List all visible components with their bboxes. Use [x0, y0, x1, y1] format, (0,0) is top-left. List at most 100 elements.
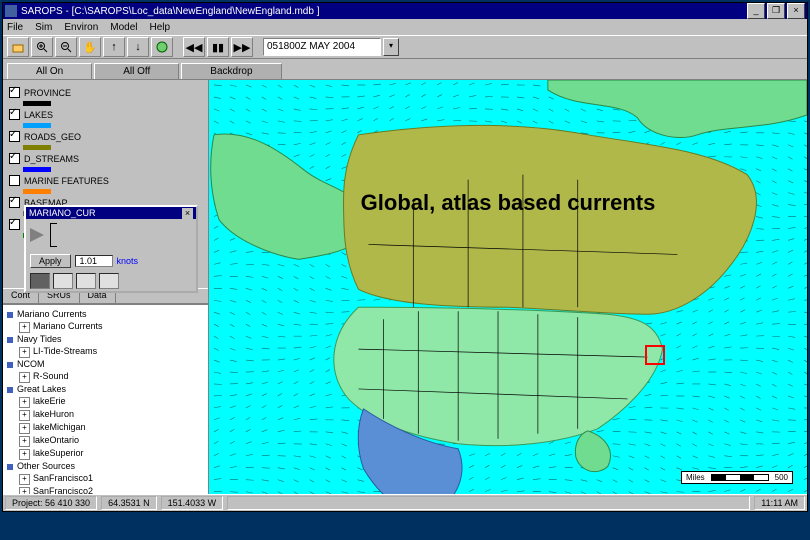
target-marker[interactable]	[645, 345, 665, 365]
tree-label: lakeErie	[33, 396, 66, 406]
layer-checkbox[interactable]	[9, 153, 20, 164]
tree-label: R-Sound	[33, 371, 69, 381]
color-slot[interactable]	[30, 273, 50, 289]
bullet-icon	[7, 464, 13, 470]
expand-icon[interactable]: +	[19, 436, 30, 447]
status-lon: 151.4033 W	[161, 496, 224, 510]
tree-node[interactable]: +lakeHuron	[7, 408, 204, 421]
tree-label: Mariano Currents	[33, 321, 103, 331]
minimize-button[interactable]: _	[747, 3, 765, 19]
menu-sim[interactable]: Sim	[35, 22, 52, 33]
scale-bar: Miles 500	[681, 471, 793, 484]
currents-dialog[interactable]: MARIANO_CUR × Apply 1.01 knots	[24, 205, 198, 293]
tree-node[interactable]: Great Lakes	[7, 383, 204, 395]
tree-node[interactable]: +lakeErie	[7, 395, 204, 408]
expand-icon[interactable]: +	[19, 474, 30, 485]
tree-node[interactable]: +Mariano Currents	[7, 320, 204, 333]
tree-label: lakeOntario	[33, 435, 79, 445]
dialog-close-icon[interactable]: ×	[182, 208, 193, 219]
tree-node[interactable]: Navy Tides	[7, 333, 204, 345]
layer-checkbox[interactable]	[9, 197, 20, 208]
layer-label: MARINE FEATURES	[24, 176, 109, 186]
layer-label: PROVINCE	[24, 88, 71, 98]
color-slot[interactable]	[53, 273, 73, 289]
close-button[interactable]: ×	[787, 3, 805, 19]
tab-all-off[interactable]: All Off	[94, 63, 179, 79]
layer-checkbox[interactable]	[9, 87, 20, 98]
open-icon[interactable]	[7, 37, 29, 57]
expand-icon[interactable]: +	[19, 347, 30, 358]
expand-icon[interactable]: +	[19, 322, 30, 333]
arrow-up-icon[interactable]: ↑	[103, 37, 125, 57]
expand-icon[interactable]: +	[19, 372, 30, 383]
tree-label: lakeSuperior	[33, 448, 84, 458]
tree-node[interactable]: +SanFrancisco2	[7, 485, 204, 494]
pan-icon[interactable]: ✋	[79, 37, 101, 57]
menu-model[interactable]: Model	[110, 22, 137, 33]
scale-value-field[interactable]: 1.01	[75, 255, 113, 267]
tab-backdrop[interactable]: Backdrop	[181, 63, 281, 79]
tree-node[interactable]: +R-Sound	[7, 370, 204, 383]
menu-file[interactable]: File	[7, 22, 23, 33]
color-slot[interactable]	[76, 273, 96, 289]
color-slot[interactable]	[99, 273, 119, 289]
maximize-button[interactable]: ❐	[767, 3, 785, 19]
vector-scale-icon	[50, 223, 73, 247]
tree-label: Great Lakes	[17, 384, 66, 394]
source-tree[interactable]: Mariano Currents+Mariano CurrentsNavy Ti…	[3, 304, 208, 494]
tree-node[interactable]: +SanFrancisco1	[7, 472, 204, 485]
tree-node[interactable]: NCOM	[7, 358, 204, 370]
scale-bar-graphic	[711, 474, 769, 481]
expand-icon[interactable]: +	[19, 487, 30, 494]
taskbar	[0, 514, 810, 540]
status-time: 11:11 AM	[754, 496, 805, 510]
map-canvas[interactable]: Global, atlas based currents Miles 500	[209, 80, 807, 494]
apply-button[interactable]: Apply	[30, 254, 71, 268]
tree-node[interactable]: +lakeMichigan	[7, 421, 204, 434]
status-lat: 64.3531 N	[101, 496, 157, 510]
date-field[interactable]: 051800Z MAY 2004	[263, 38, 381, 56]
layer-checkbox[interactable]	[9, 109, 20, 120]
date-dropdown-icon[interactable]: ▾	[383, 38, 399, 56]
tree-node[interactable]: +lakeSuperior	[7, 447, 204, 460]
bullet-icon	[7, 362, 13, 368]
tree-label: SanFrancisco1	[33, 473, 93, 483]
layer-checkbox[interactable]	[9, 131, 20, 142]
expand-icon[interactable]: +	[19, 449, 30, 460]
title-bar[interactable]: SAROPS - [C:\SAROPS\Loc_data\NewEngland\…	[3, 3, 807, 19]
globe-icon[interactable]	[151, 37, 173, 57]
tree-node[interactable]: Mariano Currents	[7, 308, 204, 320]
menu-environ[interactable]: Environ	[64, 22, 98, 33]
expand-icon[interactable]: +	[19, 397, 30, 408]
tree-node[interactable]: +LI-Tide-Streams	[7, 345, 204, 358]
tree-node[interactable]: +lakeOntario	[7, 434, 204, 447]
window-title: SAROPS - [C:\SAROPS\Loc_data\NewEngland\…	[21, 6, 745, 17]
tree-node[interactable]: Other Sources	[7, 460, 204, 472]
bullet-icon	[7, 387, 13, 393]
tree-label: Navy Tides	[17, 334, 62, 344]
scale-value: 500	[775, 473, 788, 482]
toolbar: ✋ ↑ ↓ ◀◀ ▮▮ ▶▶ 051800Z MAY 2004 ▾	[3, 35, 807, 59]
play-rev-icon[interactable]: ◀◀	[183, 37, 205, 57]
zoom-in-icon[interactable]	[31, 37, 53, 57]
layer-checkbox[interactable]	[9, 219, 20, 230]
menu-bar: File Sim Environ Model Help	[3, 19, 807, 35]
status-bar: Project: 56 410 330 64.3531 N 151.4033 W…	[3, 494, 807, 511]
play-fwd-icon[interactable]: ▶▶	[231, 37, 253, 57]
scale-label: Miles	[686, 473, 705, 482]
expand-icon[interactable]: +	[19, 410, 30, 421]
tab-all-on[interactable]: All On	[7, 63, 92, 79]
tree-label: Other Sources	[17, 461, 75, 471]
map-overlay-label: Global, atlas based currents	[361, 190, 656, 216]
zoom-out-icon[interactable]	[55, 37, 77, 57]
layer-checkbox[interactable]	[9, 175, 20, 186]
arrow-down-icon[interactable]: ↓	[127, 37, 149, 57]
app-icon	[5, 5, 17, 17]
expand-icon[interactable]: +	[19, 423, 30, 434]
tree-label: LI-Tide-Streams	[33, 346, 97, 356]
tree-label: SanFrancisco2	[33, 486, 93, 494]
vector-arrow-icon	[30, 228, 44, 242]
scale-unit-label: knots	[117, 256, 139, 266]
pause-icon[interactable]: ▮▮	[207, 37, 229, 57]
menu-help[interactable]: Help	[150, 22, 171, 33]
